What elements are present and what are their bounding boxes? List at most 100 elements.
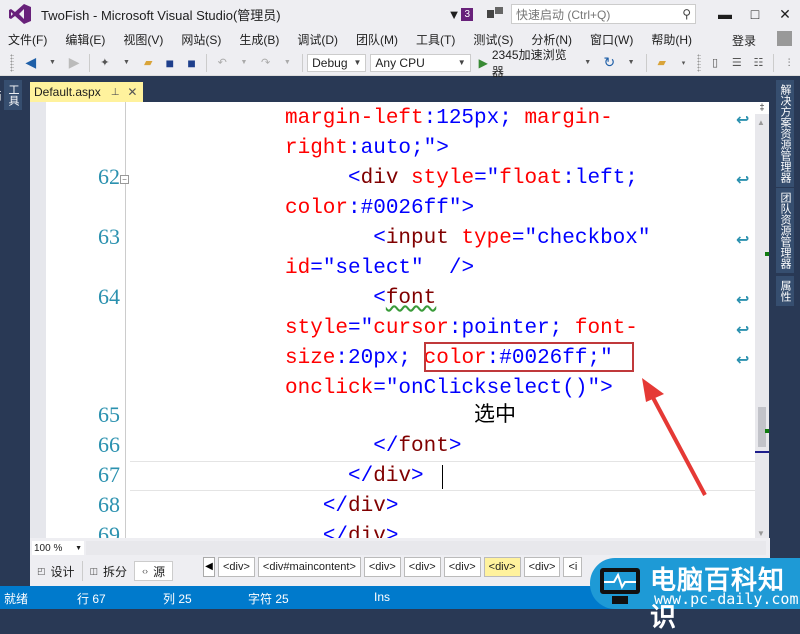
refresh-dropdown-icon[interactable]: ▼ bbox=[623, 55, 639, 71]
menu-file[interactable]: 文件(F) bbox=[0, 31, 56, 48]
menu-bar: 文件(F) 编辑(E) 视图(V) 网站(S) 生成(B) 调试(D) 团队(M… bbox=[0, 28, 800, 50]
minimize-button[interactable]: ▬ bbox=[710, 6, 740, 22]
code-line: <input type="checkbox" bbox=[373, 227, 651, 250]
design-view-label: 设计 bbox=[50, 564, 75, 579]
find-in-files-icon[interactable]: ▰ bbox=[654, 55, 670, 71]
user-avatar-icon[interactable] bbox=[777, 31, 792, 46]
notifications-button[interactable]: ▼ 3 bbox=[448, 7, 473, 22]
vertical-scrollbar[interactable]: ‡ ▲ ▼ bbox=[755, 102, 769, 538]
chevron-down-icon: ▼ bbox=[353, 58, 362, 67]
zoom-value: 100 % bbox=[34, 542, 63, 554]
toolbar-grip[interactable] bbox=[697, 53, 702, 72]
breadcrumb-item[interactable]: <div> bbox=[523, 557, 561, 577]
forward-icon[interactable]: ▶ bbox=[66, 54, 82, 71]
menu-build[interactable]: 生成(B) bbox=[230, 31, 288, 48]
undo-dropdown-icon[interactable]: ▼ bbox=[236, 55, 252, 71]
configuration-dropdown[interactable]: Debug ▼ bbox=[307, 53, 367, 72]
toolbar-separator bbox=[88, 53, 90, 72]
chevron-down-icon: ▼ bbox=[75, 544, 82, 552]
properties-tab[interactable]: 属性 bbox=[776, 276, 794, 306]
scrollbar-thumb[interactable] bbox=[758, 407, 766, 447]
watermark: 电脑百科知识 www.pc-daily.com bbox=[590, 558, 800, 632]
breadcrumb-item-selected[interactable]: <div> bbox=[483, 557, 521, 577]
comment-lines-icon[interactable]: ☰ bbox=[729, 55, 745, 71]
breadcrumb-item[interactable]: <div> bbox=[363, 557, 401, 577]
status-column: 列 25 bbox=[163, 592, 192, 606]
caret-position-marker bbox=[755, 451, 769, 453]
breadcrumb-item[interactable]: <div> bbox=[218, 557, 255, 577]
save-icon[interactable]: ■ bbox=[162, 55, 178, 71]
new-project-icon[interactable]: ✦ bbox=[97, 55, 113, 71]
find-dropdown-icon[interactable]: ▾ bbox=[676, 55, 692, 71]
zoom-dropdown[interactable]: 100 % ▼ bbox=[32, 541, 84, 555]
breadcrumb-item[interactable]: <div#maincontent> bbox=[257, 557, 361, 577]
menu-view[interactable]: 视图(V) bbox=[114, 31, 172, 48]
word-wrap-icon: ↩ bbox=[736, 292, 750, 309]
menu-window[interactable]: 窗口(W) bbox=[581, 31, 642, 48]
breadcrumb-item[interactable]: <div> bbox=[403, 557, 441, 577]
code-line: margin-left:125px; margin- bbox=[285, 107, 613, 130]
scroll-up-icon[interactable]: ▲ bbox=[757, 118, 765, 127]
feedback-icon[interactable] bbox=[487, 7, 503, 21]
scroll-down-icon[interactable]: ▼ bbox=[757, 529, 765, 538]
back-icon[interactable]: ◀ bbox=[23, 54, 39, 71]
split-view-label: 拆分 bbox=[103, 564, 128, 579]
split-window-icon[interactable]: ‡ bbox=[755, 102, 769, 114]
breadcrumb-item[interactable]: <div> bbox=[443, 557, 481, 577]
document-icon[interactable]: ▯ bbox=[707, 55, 723, 71]
pin-icon[interactable]: ⊥ bbox=[111, 87, 120, 98]
toolbar-overflow-icon[interactable]: ⋮ bbox=[781, 55, 797, 71]
team-explorer-tab[interactable]: 团队资源管理器 bbox=[776, 188, 794, 273]
redo-dropdown-icon[interactable]: ▼ bbox=[279, 55, 295, 71]
breadcrumb-item[interactable]: <i bbox=[563, 557, 583, 577]
save-all-icon[interactable]: ■ bbox=[184, 55, 200, 71]
quick-launch-input[interactable]: 快速启动 (Ctrl+Q) ⚲ bbox=[511, 4, 696, 24]
source-view-button[interactable]: ‹› 源 bbox=[134, 561, 174, 581]
monitor-stand bbox=[612, 596, 628, 604]
document-tab-label: Default.aspx bbox=[34, 85, 101, 99]
menu-debug[interactable]: 调试(D) bbox=[288, 31, 347, 48]
back-dropdown-icon[interactable]: ▼ bbox=[45, 55, 61, 71]
new-project-dropdown-icon[interactable]: ▼ bbox=[119, 55, 135, 71]
toolbar-separator bbox=[302, 53, 304, 72]
breadcrumb-back-icon[interactable]: ◀ bbox=[203, 557, 215, 577]
toolbar-separator bbox=[645, 53, 647, 72]
undo-icon[interactable]: ↶ bbox=[214, 55, 230, 71]
word-wrap-icon: ↩ bbox=[736, 112, 750, 129]
start-debugging-icon[interactable]: ▶ bbox=[479, 56, 488, 70]
run-target-button[interactable]: 2345加速浏览器 bbox=[492, 46, 577, 80]
menu-team[interactable]: 团队(M) bbox=[347, 31, 407, 48]
editor-margin bbox=[30, 102, 46, 538]
design-view-button[interactable]: ◰ 设计 bbox=[30, 561, 82, 581]
login-link[interactable]: 登录 bbox=[732, 32, 756, 49]
open-file-icon[interactable]: ▰ bbox=[140, 55, 156, 71]
run-target-dropdown-icon[interactable]: ▼ bbox=[580, 55, 596, 71]
toolbox-tab[interactable]: 工具箱 bbox=[0, 80, 22, 110]
source-icon: ‹› bbox=[142, 566, 149, 576]
monitor-icon bbox=[600, 568, 640, 594]
menu-help[interactable]: 帮助(H) bbox=[642, 31, 701, 48]
refresh-icon[interactable]: ↻ bbox=[602, 54, 618, 71]
line-number: 68 bbox=[98, 492, 120, 517]
toolbar-separator bbox=[206, 53, 208, 72]
word-wrap-icon: ↩ bbox=[736, 352, 750, 369]
close-window-button[interactable]: ✕ bbox=[770, 6, 800, 23]
document-tab-default-aspx[interactable]: Default.aspx ⊥ ✕ bbox=[30, 82, 143, 102]
menu-tools[interactable]: 工具(T) bbox=[407, 31, 464, 48]
close-tab-icon[interactable]: ✕ bbox=[127, 85, 137, 99]
split-view-button[interactable]: ◫ 拆分 bbox=[81, 561, 135, 581]
watermark-url: www.pc-daily.com bbox=[654, 590, 799, 608]
fold-collapse-icon[interactable]: − bbox=[120, 175, 129, 184]
menu-edit[interactable]: 编辑(E) bbox=[56, 31, 114, 48]
code-line: <font bbox=[373, 287, 437, 310]
menu-website[interactable]: 网站(S) bbox=[172, 31, 230, 48]
solution-explorer-tab[interactable]: 解决方案资源管理器 bbox=[776, 80, 794, 187]
chevron-down-icon: ▼ bbox=[457, 58, 466, 67]
toolbar-grip[interactable] bbox=[10, 53, 14, 72]
maximize-button[interactable]: □ bbox=[740, 6, 770, 22]
horizontal-scrollbar[interactable] bbox=[86, 541, 766, 555]
platform-dropdown[interactable]: Any CPU ▼ bbox=[370, 53, 471, 72]
status-ready: 就绪 bbox=[4, 592, 29, 606]
uncomment-lines-icon[interactable]: ☷ bbox=[751, 55, 767, 71]
redo-icon[interactable]: ↷ bbox=[258, 55, 274, 71]
